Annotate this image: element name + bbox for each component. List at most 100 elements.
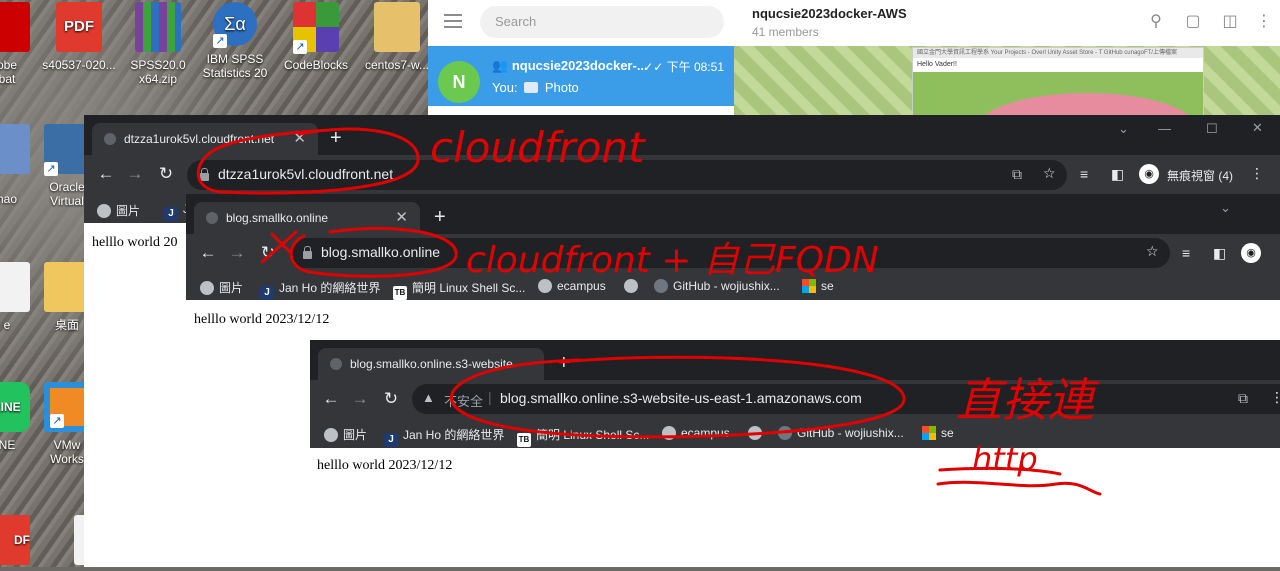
- bookmark-item[interactable]: ecampus: [662, 426, 730, 440]
- tab-title: blog.smallko.online: [226, 211, 329, 225]
- bookmark-item[interactable]: 圖片: [200, 279, 243, 296]
- bookmark-star-icon[interactable]: ☆: [1146, 243, 1159, 260]
- lock-icon: [200, 168, 209, 181]
- photo-message[interactable]: 國立金門大學資訊工程學系 Your Projects - Overl Unity…: [912, 47, 1204, 122]
- desktop-icon-pdf-2[interactable]: DF: [0, 515, 48, 571]
- search-icon[interactable]: ⚲: [1146, 12, 1166, 32]
- bookmark-item[interactable]: [748, 426, 767, 440]
- incognito-label[interactable]: 無痕視窗 (4): [1167, 167, 1233, 184]
- tab-strip: dtzza1urok5vl.cloudfront.net ✕ + ⌄ — ☐ ✕: [84, 115, 1280, 155]
- desktop-icon-label: IBM SPSS Statistics 20: [202, 52, 268, 80]
- maximize-icon[interactable]: ☐: [1206, 121, 1218, 137]
- globe-icon: [330, 358, 342, 370]
- menu-kebab-icon[interactable]: ⋮: [1250, 165, 1264, 182]
- tab-blog[interactable]: blog.smallko.online ✕: [194, 202, 420, 234]
- back-button-icon[interactable]: ←: [96, 164, 116, 184]
- hamburger-menu-icon[interactable]: [444, 14, 462, 32]
- forward-button-icon[interactable]: →: [350, 389, 370, 409]
- reading-list-icon[interactable]: ≡: [1080, 166, 1088, 182]
- bookmark-item[interactable]: se: [922, 426, 954, 440]
- desktop-icon-pdf[interactable]: PDF s40537-020...: [38, 2, 120, 72]
- browser-window-s3: blog.smallko.online.s3-website + ← → ↻ ▲…: [310, 340, 1280, 567]
- close-tab-icon[interactable]: ✕: [395, 202, 408, 234]
- minimize-icon[interactable]: —: [1158, 121, 1171, 136]
- bookmark-star-icon[interactable]: ☆: [1043, 165, 1056, 182]
- bookmark-item[interactable]: TB 簡明 Linux Shell Sc...: [393, 279, 525, 300]
- tab-s3[interactable]: blog.smallko.online.s3-website: [318, 348, 544, 380]
- side-panel-icon[interactable]: ◧: [1213, 245, 1226, 262]
- reading-list-icon[interactable]: ≡: [1182, 245, 1190, 261]
- not-secure-label[interactable]: 不安全: [444, 391, 483, 410]
- chat-time-row: ✓✓ 下午 08:51: [643, 58, 724, 75]
- bookmark-item[interactable]: 圖片: [324, 426, 367, 443]
- address-bar[interactable]: dtzza1urok5vl.cloudfront.net ⧉ ☆: [187, 160, 1067, 190]
- photo-caption: Hello Vader!!: [917, 61, 957, 68]
- desktop-icon-ibm-spss[interactable]: Σα ↗ IBM SPSS Statistics 20: [194, 2, 276, 80]
- incognito-icon[interactable]: ◉: [1139, 164, 1159, 184]
- desktop-icon-label: s40537-020...: [42, 58, 116, 72]
- member-count: 41 members: [752, 25, 819, 39]
- more-options-icon[interactable]: ⋮: [1254, 12, 1274, 32]
- chat-title[interactable]: nqucsie2023docker-AWS: [752, 6, 907, 21]
- sidebar-toggle-icon[interactable]: ◫: [1220, 12, 1240, 32]
- j-favicon-icon: J: [164, 207, 178, 221]
- bookmark-item[interactable]: se: [802, 279, 834, 293]
- close-tab-icon[interactable]: ✕: [293, 123, 306, 155]
- tab-title: blog.smallko.online.s3-website: [350, 357, 513, 371]
- group-icon: 👥: [492, 58, 509, 73]
- chat-header: nqucsie2023docker-AWS 41 members ⚲ ▢ ◫ ⋮: [734, 0, 1280, 46]
- reload-button-icon[interactable]: ↻: [156, 164, 176, 184]
- translate-icon[interactable]: ⧉: [1012, 166, 1022, 183]
- desktop-icon-centos[interactable]: centos7-w...: [356, 2, 438, 72]
- address-bar[interactable]: blog.smallko.online ☆: [290, 238, 1170, 268]
- tab-title: dtzza1urok5vl.cloudfront.net: [124, 132, 275, 146]
- address-bar[interactable]: ▲ 不安全 | blog.smallko.online.s3-website-u…: [412, 384, 1280, 414]
- bookmark-label: se: [941, 426, 954, 440]
- page-text: helllo world 2023/12/12: [194, 312, 330, 327]
- bookmark-item[interactable]: J Jan Ho 的網絡世界: [384, 426, 504, 447]
- chat-name: nqucsie2023docker-...: [511, 58, 648, 73]
- bookmark-item[interactable]: GitHub - wojiushix...: [654, 279, 780, 293]
- telegram-search-input[interactable]: Search: [480, 6, 724, 38]
- translate-icon[interactable]: ⧉: [1238, 390, 1248, 407]
- back-button-icon[interactable]: ←: [198, 243, 218, 263]
- desktop-icon-codeblocks[interactable]: ↗ CodeBlocks: [275, 2, 357, 72]
- telegram-chat-list: Search N 👥 nqucsie2023docker-... ✓✓ 下午 0…: [428, 0, 735, 120]
- incognito-icon[interactable]: ◉: [1241, 243, 1261, 263]
- more-icon[interactable]: ⋮: [1270, 389, 1280, 406]
- desktop-icon-spss-zip[interactable]: SPSS20.0 x64.zip: [117, 2, 199, 86]
- bookmark-item[interactable]: J Jan Ho 的網絡世界: [260, 279, 380, 300]
- bookmark-label: Jan Ho 的網絡世界: [403, 428, 505, 442]
- back-button-icon[interactable]: ←: [321, 389, 341, 409]
- chat-list-item[interactable]: N 👥 nqucsie2023docker-... ✓✓ 下午 08:51 Yo…: [428, 46, 734, 106]
- tab-strip: blog.smallko.online ✕ + ⌄: [186, 194, 1280, 234]
- bookmark-label: 圖片: [343, 428, 368, 442]
- toolbar: ← → ↻ blog.smallko.online ☆ ≡ ◧ ◉: [186, 234, 1280, 272]
- forward-button-icon[interactable]: →: [227, 243, 247, 263]
- tab-cloudfront[interactable]: dtzza1urok5vl.cloudfront.net ✕: [92, 123, 318, 155]
- pdf-file-icon: DF: [0, 515, 30, 565]
- tb-favicon-icon: TB: [517, 433, 531, 447]
- reload-button-icon[interactable]: ↻: [381, 389, 401, 409]
- spss-sigma-icon: Σα ↗: [213, 2, 257, 48]
- forward-button-icon[interactable]: →: [125, 164, 145, 184]
- tab-search-icon[interactable]: ⌄: [1118, 121, 1129, 137]
- bookmark-label: 圖片: [116, 204, 141, 218]
- telegram-window: Search N 👥 nqucsie2023docker-... ✓✓ 下午 0…: [428, 0, 1280, 122]
- close-window-icon[interactable]: ✕: [1252, 120, 1263, 136]
- bookmark-item[interactable]: ecampus: [538, 279, 606, 293]
- microsoft-icon: [802, 279, 816, 293]
- new-tab-button[interactable]: +: [330, 127, 342, 150]
- bookmark-item[interactable]: TB 簡明 Linux Shell Sc...: [517, 426, 649, 447]
- bookmark-item[interactable]: GitHub - wojiushix...: [778, 426, 904, 440]
- chat-name-row: 👥 nqucsie2023docker-...: [492, 58, 648, 74]
- bookmark-item[interactable]: [624, 279, 643, 293]
- reload-button-icon[interactable]: ↻: [258, 243, 278, 263]
- tab-search-icon[interactable]: ⌄: [1220, 200, 1231, 216]
- new-tab-button[interactable]: +: [558, 352, 570, 375]
- comments-icon[interactable]: ▢: [1183, 12, 1203, 32]
- side-panel-icon[interactable]: ◧: [1111, 166, 1124, 183]
- photo-image: [913, 72, 1203, 121]
- bookmark-item[interactable]: 圖片: [97, 202, 140, 219]
- new-tab-button[interactable]: +: [434, 206, 446, 229]
